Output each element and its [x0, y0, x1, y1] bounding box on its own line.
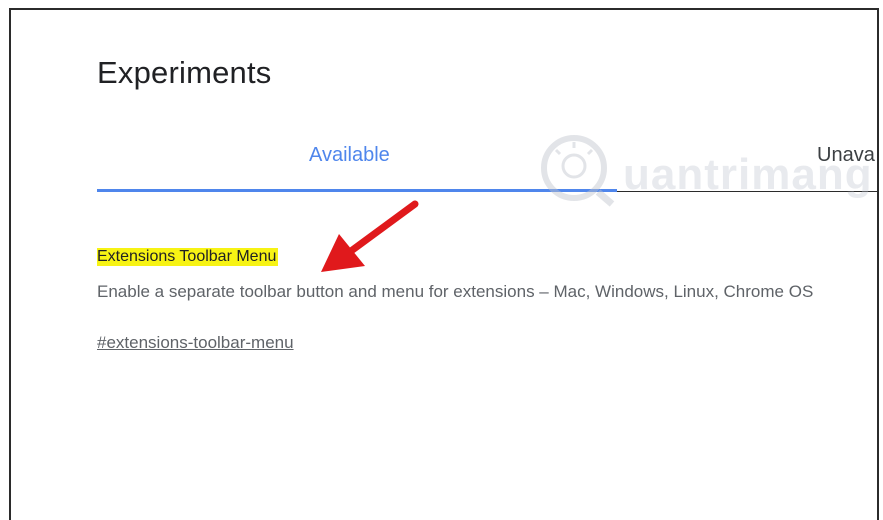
page-title: Experiments: [97, 55, 272, 90]
experiments-panel: Experiments Available Unava uantrimang E…: [9, 8, 879, 520]
red-arrow-icon: [321, 200, 419, 272]
active-tab-indicator: [97, 189, 617, 192]
watermark-logo: [541, 135, 615, 207]
experiment-description: Enable a separate toolbar button and men…: [97, 282, 814, 301]
experiment-anchor-link[interactable]: #extensions-toolbar-menu: [97, 333, 294, 353]
experiment-name: Extensions Toolbar Menu: [97, 248, 279, 266]
tab-available[interactable]: Available: [309, 144, 390, 167]
tab-divider: [617, 191, 877, 192]
tab-unavailable[interactable]: Unava: [817, 144, 875, 167]
lightbulb-icon: [541, 135, 615, 207]
